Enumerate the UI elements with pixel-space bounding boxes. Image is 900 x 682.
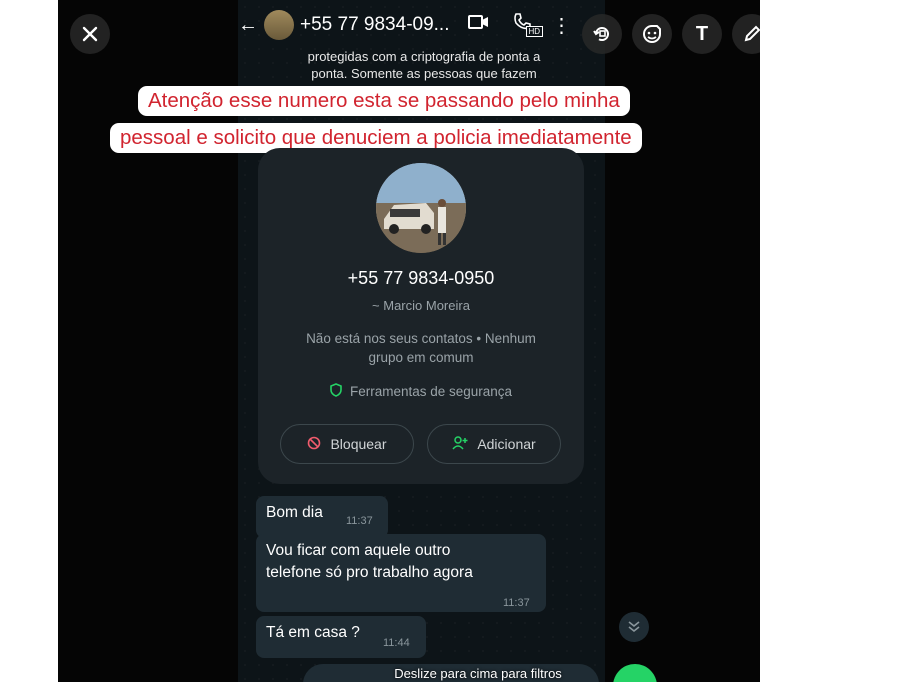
add-contact-button[interactable]: Adicionar <box>427 424 561 464</box>
message-bubble[interactable]: Bom dia 11:37 <box>256 496 388 538</box>
crop-rotate-icon[interactable] <box>582 14 622 54</box>
text-icon[interactable]: T <box>682 14 722 54</box>
contact-info-line-1: Não está nos seus contatos • Nenhum <box>306 331 536 346</box>
message-text: Bom dia <box>266 504 323 521</box>
block-icon <box>307 436 321 453</box>
contact-card: +55 77 9834-0950 ~ Marcio Moreira Não es… <box>258 148 584 484</box>
scroll-down-icon[interactable] <box>619 612 649 642</box>
message-time: 11:37 <box>346 515 373 527</box>
message-text-line-1: Vou ficar com aquele outro <box>266 542 451 559</box>
contact-info: Não está nos seus contatos • Nenhum grup… <box>286 329 556 367</box>
add-contact-label: Adicionar <box>477 436 536 452</box>
close-icon[interactable] <box>70 14 110 54</box>
avatar <box>264 10 294 40</box>
security-tools-link[interactable]: Ferramentas de segurança <box>258 383 584 400</box>
swipe-hint: Deslize para cima para filtros <box>394 666 562 681</box>
media-editor-frame: T ← +55 77 9834-09... HD ⋮ protegidas co… <box>58 0 760 682</box>
message-time: 11:37 <box>503 597 530 609</box>
chat-title[interactable]: +55 77 9834-09... <box>300 14 450 36</box>
block-button[interactable]: Bloquear <box>280 424 414 464</box>
add-person-icon <box>452 435 468 453</box>
block-label: Bloquear <box>330 436 387 452</box>
message-text: Tá em casa ? <box>266 624 360 641</box>
security-tools-label: Ferramentas de segurança <box>349 384 513 399</box>
message-time: 11:44 <box>383 637 410 649</box>
overlay-text-line-1[interactable]: Atenção esse numero esta se passando pel… <box>138 86 630 116</box>
call-icon[interactable]: HD <box>512 12 544 38</box>
hd-badge: HD <box>525 26 544 37</box>
message-bubble[interactable]: Tá em casa ? 11:44 <box>256 616 426 658</box>
contact-phone: +55 77 9834-0950 <box>347 268 495 288</box>
pen-icon[interactable] <box>732 14 760 54</box>
arrow-left-icon[interactable]: ← <box>238 14 258 37</box>
contact-info-line-2: grupo em comum <box>368 350 474 365</box>
encryption-notice: protegidas com a criptografia de ponta a… <box>290 48 558 82</box>
more-vert-icon[interactable]: ⋮ <box>552 13 572 38</box>
message-text-line-2: telefone só pro trabalho agora <box>266 564 473 581</box>
encryption-line-1: protegidas com a criptografia de ponta a <box>307 49 541 64</box>
chat-header: ← +55 77 9834-09... HD ⋮ <box>238 8 572 42</box>
sticker-icon[interactable] <box>632 14 672 54</box>
text-tool-label: T <box>695 22 709 45</box>
message-bubble[interactable]: Vou ficar com aquele outro telefone só p… <box>256 534 546 612</box>
encryption-line-2: ponta. Somente as pessoas que fazem <box>311 66 537 81</box>
contact-name: ~ Marcio Moreira <box>372 298 470 313</box>
contact-avatar <box>376 163 466 253</box>
shield-icon <box>330 383 342 400</box>
video-icon[interactable] <box>467 14 490 36</box>
